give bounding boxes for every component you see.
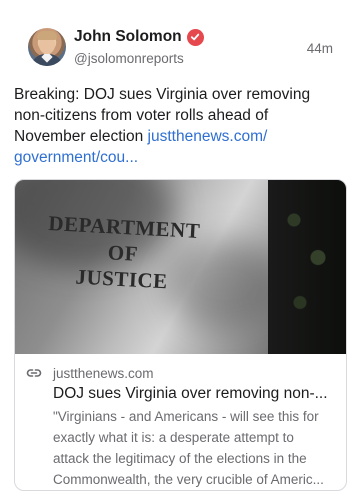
display-name[interactable]: John Solomon bbox=[74, 28, 182, 46]
card-source: justthenews.com bbox=[53, 365, 154, 381]
preview-image[interactable]: DEPARTMENT OF JUSTICE bbox=[15, 180, 346, 354]
post-header: John Solomon @jsolomonreports 44m bbox=[14, 0, 347, 74]
avatar-hair bbox=[37, 31, 57, 40]
author-handle[interactable]: @jsolomonreports bbox=[74, 51, 184, 66]
verified-check-icon bbox=[186, 28, 204, 46]
card-description-line: exactly what it is: a desperate attempt … bbox=[53, 430, 294, 445]
card-title[interactable]: DOJ sues Virginia over removing non-... bbox=[25, 384, 336, 404]
card-meta: justthenews.com DOJ sues Virginia over r… bbox=[15, 354, 346, 490]
post-text: Breaking: DOJ sues Virginia over removin… bbox=[14, 84, 332, 168]
avatar[interactable] bbox=[28, 28, 66, 66]
post-link-line2[interactable]: government/cou... bbox=[14, 149, 138, 166]
post[interactable]: John Solomon @jsolomonreports 44m Breaki… bbox=[0, 0, 361, 500]
card-description-line: Commonwealth, the very crucible of Ameri… bbox=[53, 472, 324, 487]
name-row: John Solomon bbox=[74, 28, 204, 46]
link-preview-card[interactable]: DEPARTMENT OF JUSTICE justthenews.com DO… bbox=[14, 179, 347, 491]
card-description: "Virginians - and Americans - will see t… bbox=[25, 406, 336, 490]
sign-lettering: DEPARTMENT OF JUSTICE bbox=[41, 210, 205, 296]
card-description-line: attack the legitimacy of the elections i… bbox=[53, 451, 307, 466]
image-foliage bbox=[276, 190, 336, 340]
card-description-line: "Virginians - and Americans - will see t… bbox=[53, 409, 319, 424]
post-link-line1[interactable]: justthenews.com/ bbox=[148, 128, 268, 145]
link-icon bbox=[25, 364, 43, 382]
post-time: 44m bbox=[306, 41, 333, 56]
source-row: justthenews.com bbox=[25, 364, 336, 382]
